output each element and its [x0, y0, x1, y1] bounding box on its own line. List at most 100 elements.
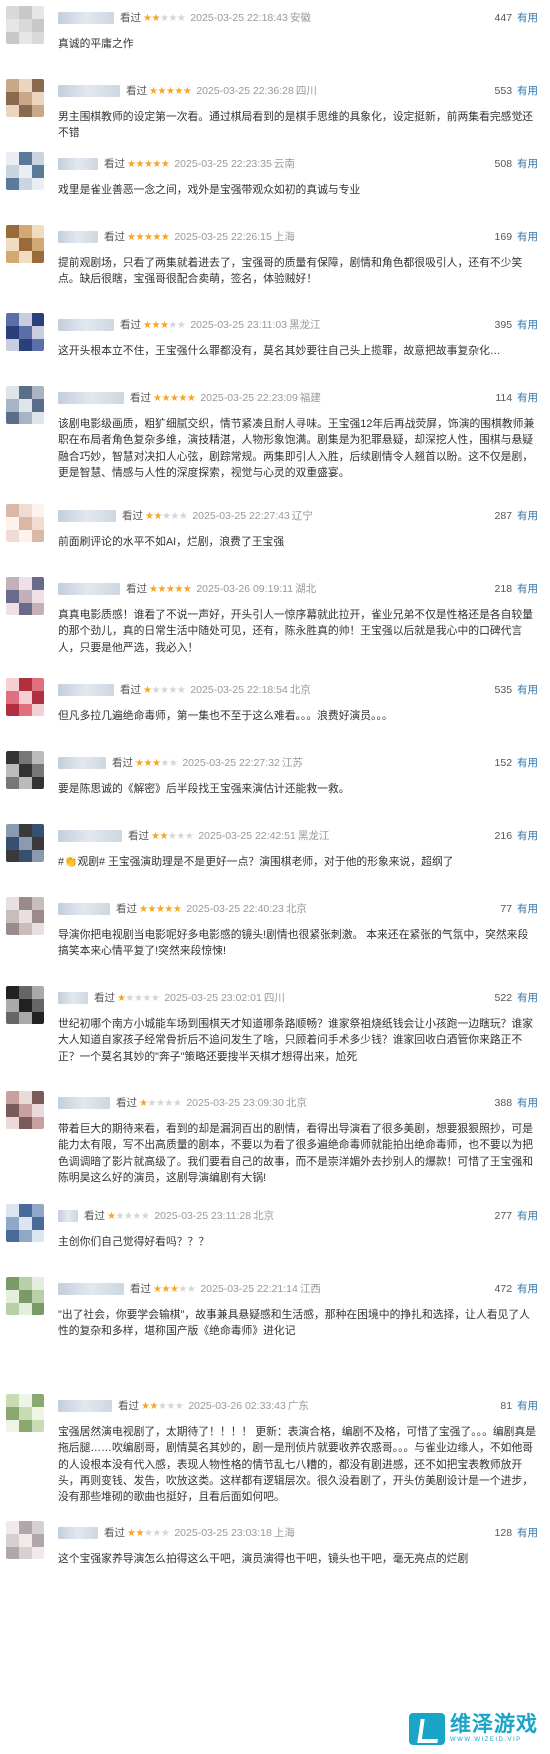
useful-button[interactable]: 有用	[517, 158, 538, 170]
username-link[interactable]	[58, 992, 88, 1005]
avatar[interactable]	[6, 79, 44, 117]
useful-button[interactable]: 有用	[517, 85, 538, 97]
review-meta: 看过 ★★★★★ 2025-03-25 22:42:51 黑龙江	[58, 828, 528, 844]
username-link[interactable]	[58, 757, 106, 770]
avatar[interactable]	[6, 6, 44, 44]
review-meta: 看过 ★★★★★ 2025-03-25 23:02:01 四川	[58, 990, 528, 1006]
useful-button[interactable]: 有用	[517, 1210, 538, 1222]
rating-stars: ★★★★★	[135, 756, 178, 772]
username-link[interactable]	[58, 392, 124, 405]
star-icon: ★	[182, 584, 192, 595]
review-meta: 看过 ★★★★★ 2025-03-25 23:03:18 上海	[58, 1525, 528, 1541]
useful-votes: 472 有用	[495, 1281, 538, 1297]
star-icon: ★	[176, 13, 186, 24]
star-icon: ★	[168, 320, 177, 331]
avatar[interactable]	[6, 1204, 44, 1242]
star-icon: ★	[151, 320, 160, 331]
rating-stars: ★★★★★	[117, 991, 160, 1007]
avatar[interactable]	[6, 504, 44, 542]
rating-stars: ★★★★★	[107, 1209, 150, 1225]
username-link[interactable]	[58, 1097, 110, 1110]
watched-label: 看过	[104, 231, 125, 243]
useful-votes: 81 有用	[500, 1398, 538, 1414]
avatar[interactable]	[6, 1521, 44, 1559]
useful-button[interactable]: 有用	[517, 319, 538, 331]
username-link[interactable]	[58, 1400, 112, 1413]
watermark-logo: 维泽游戏 WWW.WIZEID.VIP	[405, 1710, 542, 1748]
star-icon: ★	[147, 1098, 156, 1109]
useful-votes: 77 有用	[500, 901, 538, 917]
username-link[interactable]	[58, 1210, 78, 1223]
avatar[interactable]	[6, 1091, 44, 1129]
review-text: 真真电影质感！谁看了不说一声好，开头引人一惊序幕就此拉开，雀业兄弟不仅是性格还是…	[58, 609, 534, 654]
useful-votes: 128 有用	[495, 1525, 538, 1541]
review-text: 该剧电影级画质，粗犷细腻交织，情节紧凑且耐人寻味。王宝强12年后再战荧屏，饰演的…	[58, 418, 535, 479]
username-link[interactable]	[58, 684, 114, 697]
review-meta: 看过 ★★★★★ 2025-03-25 23:11:03 黑龙江	[58, 317, 528, 333]
avatar[interactable]	[6, 1277, 44, 1315]
useful-button[interactable]: 有用	[517, 684, 538, 696]
avatar[interactable]	[6, 577, 44, 615]
avatar[interactable]	[6, 824, 44, 862]
review-location: 黑龙江	[289, 319, 321, 331]
useful-button[interactable]: 有用	[517, 1097, 538, 1109]
avatar[interactable]	[6, 751, 44, 789]
username-link[interactable]	[58, 1283, 124, 1296]
avatar[interactable]	[6, 313, 44, 351]
useful-button[interactable]: 有用	[517, 903, 538, 915]
review-text: "出了社会，你要学会输棋"，故事兼具悬疑感和生活感，那种在困境中的挣扎和选择，让…	[58, 1309, 530, 1338]
useful-votes: 535 有用	[495, 682, 538, 698]
review-time: 2025-03-25 23:11:28	[154, 1210, 252, 1222]
star-icon: ★	[178, 511, 188, 522]
username-link[interactable]	[58, 231, 98, 244]
username-link[interactable]	[58, 583, 120, 596]
avatar[interactable]	[6, 1394, 44, 1432]
useful-button[interactable]: 有用	[517, 1400, 538, 1412]
star-icon: ★	[172, 904, 182, 915]
avatar[interactable]	[6, 986, 44, 1024]
avatar[interactable]	[6, 897, 44, 935]
useful-button[interactable]: 有用	[517, 1283, 538, 1295]
review-text: 这开头根本立不住，王宝强什么罪都没有，莫名其妙要往自己头上揽罪，故意把故事复杂化…	[58, 345, 501, 357]
avatar[interactable]	[6, 225, 44, 263]
username-link[interactable]	[58, 319, 114, 332]
vote-count: 77	[500, 903, 513, 915]
useful-button[interactable]: 有用	[517, 583, 538, 595]
useful-button[interactable]: 有用	[517, 830, 538, 842]
username-link[interactable]	[58, 903, 110, 916]
review-location: 上海	[273, 231, 295, 243]
useful-button[interactable]: 有用	[517, 992, 538, 1004]
avatar[interactable]	[6, 678, 44, 716]
useful-button[interactable]: 有用	[517, 1527, 538, 1539]
username-link[interactable]	[58, 158, 98, 171]
watched-label: 看过	[94, 992, 115, 1004]
review-text: #👏观剧# 王宝强演助理是不是更好一点？演围棋老师，对于他的形象来说，超纲了	[58, 856, 454, 868]
avatar[interactable]	[6, 152, 44, 190]
username-link[interactable]	[58, 830, 122, 843]
review-text: 导演你把电视剧当电影呢好多电影感的镜头!剧情也很紧张刺激。 本来还在紧张的气氛中…	[58, 929, 529, 958]
review-text: 带着巨大的期待来看，看到的却是漏洞百出的剧情，看得出导演看了很多美剧，想要狠狠照…	[58, 1123, 534, 1184]
useful-button[interactable]: 有用	[517, 231, 538, 243]
useful-button[interactable]: 有用	[517, 757, 538, 769]
star-icon: ★	[160, 232, 170, 243]
username-link[interactable]	[58, 510, 116, 523]
review-meta: 看过 ★★★★★ 2025-03-25 23:09:30 北京	[58, 1095, 528, 1111]
avatar[interactable]	[6, 386, 44, 424]
rating-stars: ★★★★★	[127, 1526, 170, 1542]
username-link[interactable]	[58, 85, 120, 98]
rating-stars: ★★★★★	[139, 902, 182, 918]
review-meta: 看过 ★★★★★ 2025-03-25 22:36:28 四川	[58, 83, 528, 99]
username-link[interactable]	[58, 1527, 98, 1540]
review-meta: 看过 ★★★★★ 2025-03-25 23:11:28 北京	[58, 1208, 528, 1224]
rating-stars: ★★★★★	[143, 318, 186, 334]
review-text: 要是陈思诚的《解密》后半段找王宝强来演估计还能救一救。	[58, 783, 350, 795]
star-icon: ★	[174, 1401, 184, 1412]
watched-label: 看过	[128, 830, 149, 842]
username-link[interactable]	[58, 12, 114, 25]
useful-button[interactable]: 有用	[517, 392, 538, 404]
star-icon: ★	[172, 1098, 182, 1109]
useful-button[interactable]: 有用	[517, 510, 538, 522]
useful-button[interactable]: 有用	[517, 12, 538, 24]
review-text: 男主围棋教师的设定第一次看。通过棋局看到的是棋手思维的具象化，设定挺新，前两集看…	[58, 111, 534, 140]
useful-votes: 388 有用	[495, 1095, 538, 1111]
